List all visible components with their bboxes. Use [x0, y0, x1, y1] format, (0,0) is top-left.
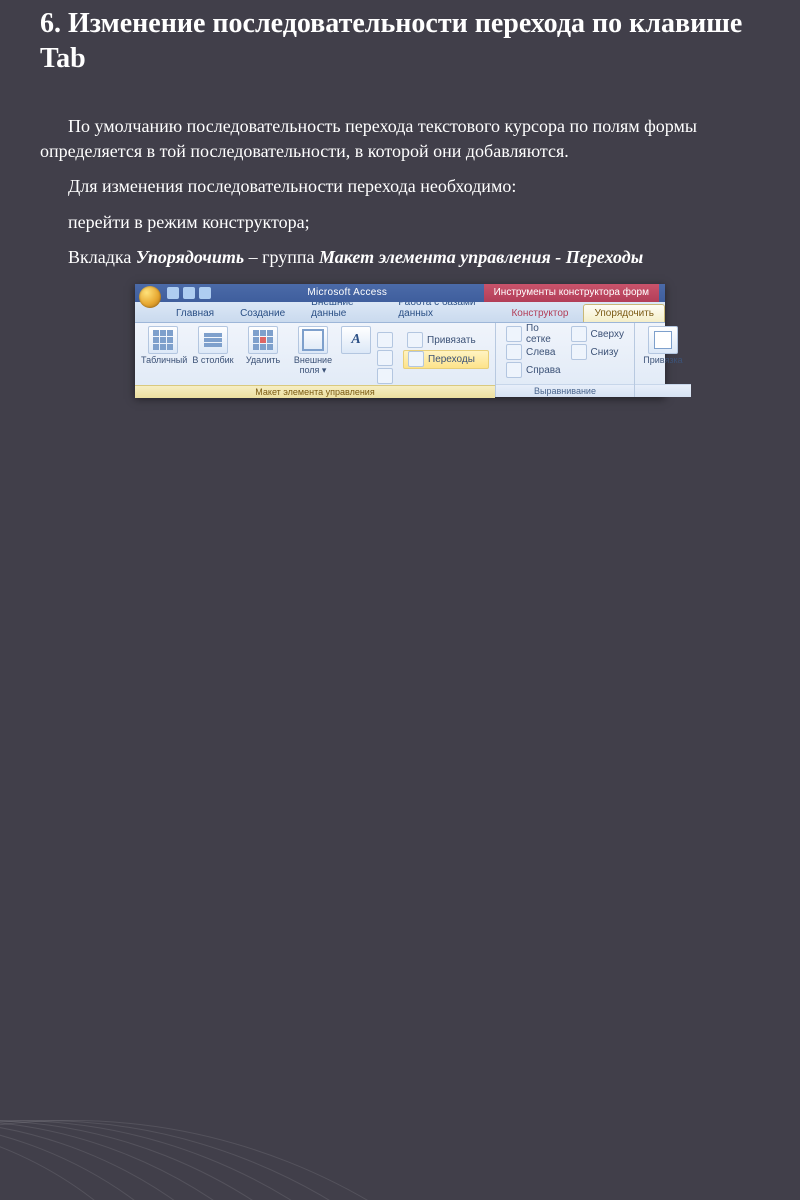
btn-anchoring[interactable]: Привязка [641, 326, 685, 366]
misc-icon [377, 368, 393, 384]
align-bottom-icon [571, 344, 587, 360]
paragraph-4: Вкладка Упорядочить – группа Макет элеме… [40, 245, 760, 270]
btn-font-style[interactable]: A [341, 326, 367, 356]
paragraph-2: Для изменения последовательности переход… [40, 174, 760, 199]
tab-create[interactable]: Создание [229, 304, 296, 322]
ribbon-screenshot: Microsoft Access Инструменты конструктор… [135, 284, 665, 397]
btn-anchor[interactable]: Привязать [403, 332, 489, 349]
btn-tabular[interactable]: Табличный [141, 326, 185, 366]
anchor-icon [377, 332, 393, 348]
align-grid-icon [506, 326, 522, 342]
qat-undo-icon[interactable] [183, 287, 195, 299]
anchoring-icon [648, 326, 678, 354]
tab-arrange[interactable]: Упорядочить [583, 304, 665, 322]
btn-anchor-small[interactable] [373, 332, 397, 349]
group-anchoring: Привязка [635, 323, 691, 397]
group-label-anchor [635, 384, 691, 397]
tab-design[interactable]: Конструктор [500, 304, 579, 322]
tab-order-small-icon [377, 350, 393, 366]
ribbon-tabs: Главная Создание Внешние данные Работа с… [135, 302, 665, 323]
btn-align-bottom[interactable]: Снизу [567, 344, 628, 361]
tab-order-icon [408, 351, 424, 367]
btn-stacked[interactable]: В столбик [191, 326, 235, 366]
anchor-icon [407, 332, 423, 348]
font-icon: A [341, 326, 371, 354]
btn-margins[interactable]: Внешние поля ▾ [291, 326, 335, 376]
group-control-layout: Табличный В столбик Удалить Внешние [135, 323, 496, 397]
paragraph-1: По умолчанию последовательность перехода… [40, 114, 760, 164]
btn-align-top[interactable]: Сверху [567, 326, 628, 343]
group-label-layout: Макет элемента управления [135, 385, 495, 398]
align-left-icon [506, 344, 522, 360]
context-tab-title: Инструменты конструктора форм [484, 284, 659, 302]
btn-align-right[interactable]: Справа [502, 362, 565, 379]
slide-title: 6. Изменение последовательности перехода… [40, 6, 760, 76]
tab-home[interactable]: Главная [165, 304, 225, 322]
stacked-icon [198, 326, 228, 354]
grid-icon [148, 326, 178, 354]
group-alignment: По сетке Слева Справа Сверху Снизу Вырав… [496, 323, 635, 397]
btn-remove[interactable]: Удалить [241, 326, 285, 366]
app-title: Microsoft Access [211, 287, 484, 298]
margins-icon [298, 326, 328, 354]
qat-redo-icon[interactable] [199, 287, 211, 299]
align-right-icon [506, 362, 522, 378]
ribbon-strip: Табличный В столбик Удалить Внешние [135, 323, 665, 397]
remove-layout-icon [248, 326, 278, 354]
btn-align-left[interactable]: Слева [502, 344, 565, 361]
btn-misc-small[interactable] [373, 368, 397, 385]
btn-align-grid[interactable]: По сетке [502, 326, 565, 343]
quick-access-toolbar[interactable] [167, 287, 211, 299]
btn-tab-order-small[interactable] [373, 350, 397, 367]
office-button[interactable] [139, 286, 161, 308]
align-top-icon [571, 326, 587, 342]
slide-body: По умолчанию последовательность перехода… [40, 114, 760, 270]
group-label-align: Выравнивание [496, 384, 634, 397]
btn-tab-order[interactable]: Переходы [403, 350, 489, 369]
qat-save-icon[interactable] [167, 287, 179, 299]
paragraph-3: перейти в режим конструктора; [40, 210, 760, 235]
titlebar: Microsoft Access Инструменты конструктор… [135, 284, 665, 302]
